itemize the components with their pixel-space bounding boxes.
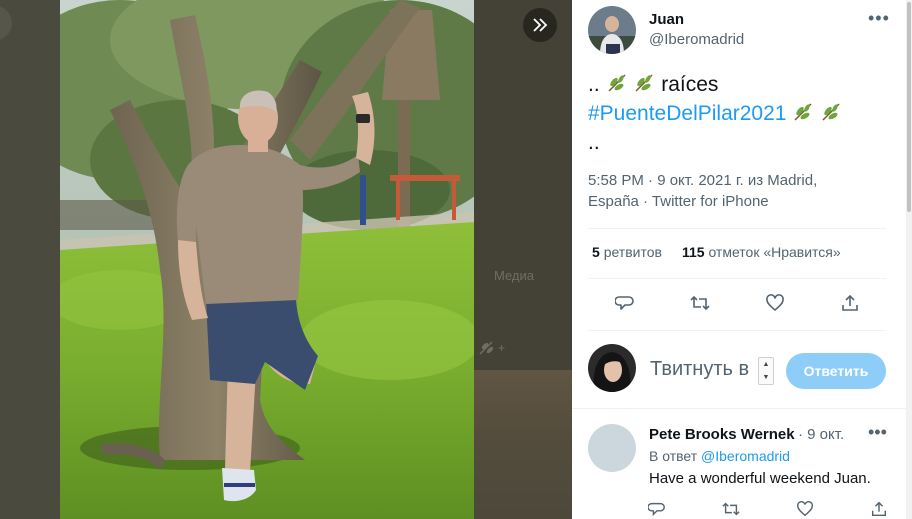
svg-text:+: + [498,341,505,355]
spinner-down-icon[interactable]: ▼ [763,374,770,381]
olive-branch-icon [635,74,653,92]
reply-to-mention[interactable]: @Iberomadrid [701,448,790,464]
share-icon[interactable] [835,288,865,318]
reply-text: Have a wonderful weekend Juan. [649,470,871,487]
divider [588,278,886,279]
reply-icon[interactable] [646,498,668,519]
tweet-detail-panel: Juan @Iberomadrid ••• .. raíces #PuenteD… [572,0,912,519]
reply-input[interactable]: Твитнуть в [650,358,749,381]
reply-icon[interactable] [610,288,640,318]
tweet-photo[interactable] [60,0,474,519]
author-handle[interactable]: @Iberomadrid [649,31,744,48]
scrollbar-thumb[interactable] [907,2,911,212]
share-icon[interactable] [868,498,890,519]
tweet-text-suffix: .. [588,131,600,154]
tweet-text-prefix: .. [588,73,600,96]
stepper-control[interactable]: ▲ ▼ [758,357,774,385]
background-media-thumbnail [474,370,572,519]
hashtag-link[interactable]: #PuenteDelPilar2021 [588,102,786,125]
double-chevron-right-icon [533,18,548,32]
next-media-button[interactable] [523,8,557,42]
tweet-source[interactable]: España · Twitter for iPhone [588,191,888,212]
likes-stat[interactable]: 115 отметок «Нравится» [682,244,841,260]
retweets-stat[interactable]: 5 ретвитов [592,244,662,260]
spinner-up-icon[interactable]: ▲ [763,361,770,368]
olive-branch-icon [794,103,812,121]
tweet-stats: 5 ретвитов 115 отметок «Нравится» [592,244,841,260]
background-media-label: Медиа [494,268,534,283]
like-icon[interactable] [794,498,816,519]
author-name[interactable]: Juan [649,11,684,28]
retweet-icon[interactable] [720,498,742,519]
reply-to-line: В ответ @Iberomadrid [649,448,790,464]
like-icon[interactable] [760,288,790,318]
retweet-icon[interactable] [685,288,715,318]
tweet-text: .. raíces #PuenteDelPilar2021 .. [588,70,888,157]
reply-actions [572,498,912,519]
divider [572,408,912,409]
reply-author-name[interactable]: Pete Brooks Wernek [649,426,797,443]
author-avatar[interactable] [588,6,636,54]
reply-date[interactable]: · 9 окт. [798,426,844,443]
olive-branch-icon [607,74,626,92]
olive-branch-icon [822,103,840,121]
more-options-icon[interactable]: ••• [868,8,890,29]
divider [588,228,886,229]
current-user-avatar[interactable] [588,344,636,392]
background-tweet-left [0,0,60,519]
reply-to-prefix: В ответ [649,448,698,464]
tweet-text-word: raíces [661,73,719,96]
tweet-timestamp[interactable]: 5:58 PM · 9 окт. 2021 г. из Madrid, [588,170,888,191]
reply-button[interactable]: Ответить [786,353,886,389]
tweet-meta: 5:58 PM · 9 окт. 2021 г. из Madrid, Espa… [588,170,888,212]
divider [588,330,886,331]
reply-author-avatar[interactable] [588,424,636,472]
background-olive-icon: + [478,338,506,359]
tweet-actions [572,288,912,318]
more-options-icon[interactable]: ••• [868,422,887,443]
media-viewer: Медиа + [0,0,572,519]
scrollbar[interactable] [906,0,912,519]
